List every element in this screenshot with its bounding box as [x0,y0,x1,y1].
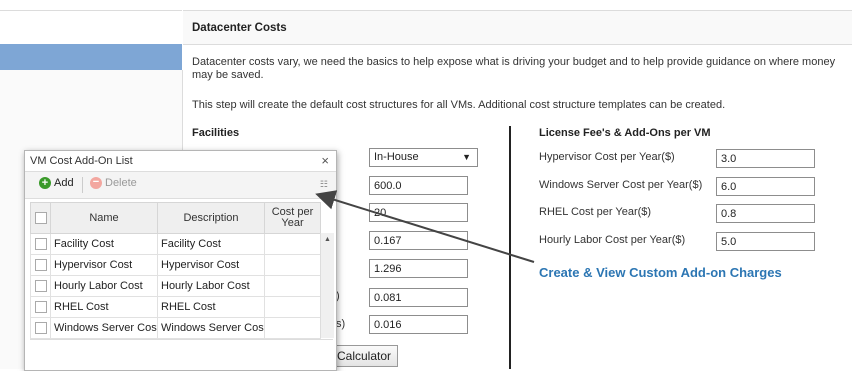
rhel-cost-input[interactable]: 0.8 [716,204,815,223]
table-row[interactable]: Facility Cost Facility Cost [30,233,321,255]
delete-button-label: Delete [105,177,137,189]
vm-cost-addon-dialog: VM Cost Add-On List × + Add − Delete ☷ N… [24,150,337,371]
row-checkbox[interactable] [30,275,51,297]
row-description: Hypervisor Cost [157,254,265,276]
hypervisor-cost-input[interactable]: 3.0 [716,149,815,168]
table-row[interactable]: Hourly Labor Cost Hourly Labor Cost [30,275,321,297]
add-circle-icon: + [39,177,51,189]
row-cost [264,317,321,339]
rhel-cost-label: RHEL Cost per Year($) [539,206,652,218]
horizontal-scrollbar[interactable] [30,339,333,367]
sidebar-item-selected[interactable] [0,44,182,70]
grid-header-row: Name Description Cost per Year [30,202,321,234]
row-description: Facility Cost [157,233,265,255]
delete-circle-icon: − [90,177,102,189]
hypervisor-cost-label: Hypervisor Cost per Year($) [539,151,675,163]
windows-server-cost-input[interactable]: 6.0 [716,177,815,196]
hourly-labor-cost-label: Hourly Labor Cost per Year($) [539,234,686,246]
delete-button[interactable]: − Delete [90,177,137,189]
custom-addon-charges-link[interactable]: Create & View Custom Add-on Charges [539,265,782,280]
grid-menu-icon[interactable]: ☷ [320,179,328,190]
row-name: Hourly Labor Cost [50,275,158,297]
windows-server-cost-label: Windows Server Cost per Year($) [539,179,703,191]
row-checkbox[interactable] [30,233,51,255]
row-name: Facility Cost [50,233,158,255]
hourly-labor-cost-input[interactable]: 5.0 [716,232,815,251]
table-row[interactable]: Windows Server Cost Windows Server Cost [30,317,321,339]
facility-input-4[interactable]: 1.296 [369,259,468,278]
row-name: Hypervisor Cost [50,254,158,276]
row-checkbox[interactable] [30,317,51,339]
dialog-toolbar: + Add − Delete ☷ [25,172,336,199]
add-button-label: Add [54,177,74,189]
license-heading: License Fee's & Add-Ons per VM [539,127,711,139]
facility-input-6[interactable]: 0.016 [369,315,468,334]
facility-type-value: In-House [374,151,419,163]
chevron-down-icon: ▼ [462,152,471,162]
row-cost [264,233,321,255]
column-header-cost[interactable]: Cost per Year [264,202,321,234]
row-name: RHEL Cost [50,296,158,318]
select-all-checkbox[interactable] [30,202,51,234]
column-header-description[interactable]: Description [157,202,265,234]
facility-input-3[interactable]: 0.167 [369,231,468,250]
row-description: Windows Server Cost [157,317,265,339]
column-header-name[interactable]: Name [50,202,158,234]
row-checkbox[interactable] [30,296,51,318]
row-name: Windows Server Cost [50,317,158,339]
table-row[interactable]: Hypervisor Cost Hypervisor Cost [30,254,321,276]
page-title: Datacenter Costs [192,22,287,34]
facility-input-5[interactable]: 0.081 [369,288,468,307]
row-cost [264,296,321,318]
calculator-button[interactable]: Calculator [334,345,398,367]
intro-text-2: This step will create the default cost s… [192,99,726,111]
section-divider [509,126,511,369]
toolbar-divider [82,177,83,193]
addon-grid: Name Description Cost per Year Facility … [30,202,321,339]
row-cost [264,254,321,276]
close-icon[interactable]: × [321,153,329,168]
row-description: RHEL Cost [157,296,265,318]
facility-input-2[interactable]: 20 [369,203,468,222]
vertical-scrollbar[interactable]: ▲ [320,233,334,338]
facility-type-select[interactable]: In-House ▼ [369,148,478,167]
scroll-up-icon[interactable]: ▲ [324,236,331,243]
sidebar-header [0,10,182,45]
facility-input-1[interactable]: 600.0 [369,176,468,195]
facility-label-partial-2: s) [336,318,346,330]
row-description: Hourly Labor Cost [157,275,265,297]
row-checkbox[interactable] [30,254,51,276]
row-cost [264,275,321,297]
add-button[interactable]: + Add [39,177,74,189]
dialog-title: VM Cost Add-On List [30,155,133,167]
intro-text-1: Datacenter costs vary, we need the basic… [192,56,836,81]
table-row[interactable]: RHEL Cost RHEL Cost [30,296,321,318]
facilities-heading: Facilities [192,127,240,139]
dialog-titlebar[interactable]: VM Cost Add-On List × [25,151,336,172]
